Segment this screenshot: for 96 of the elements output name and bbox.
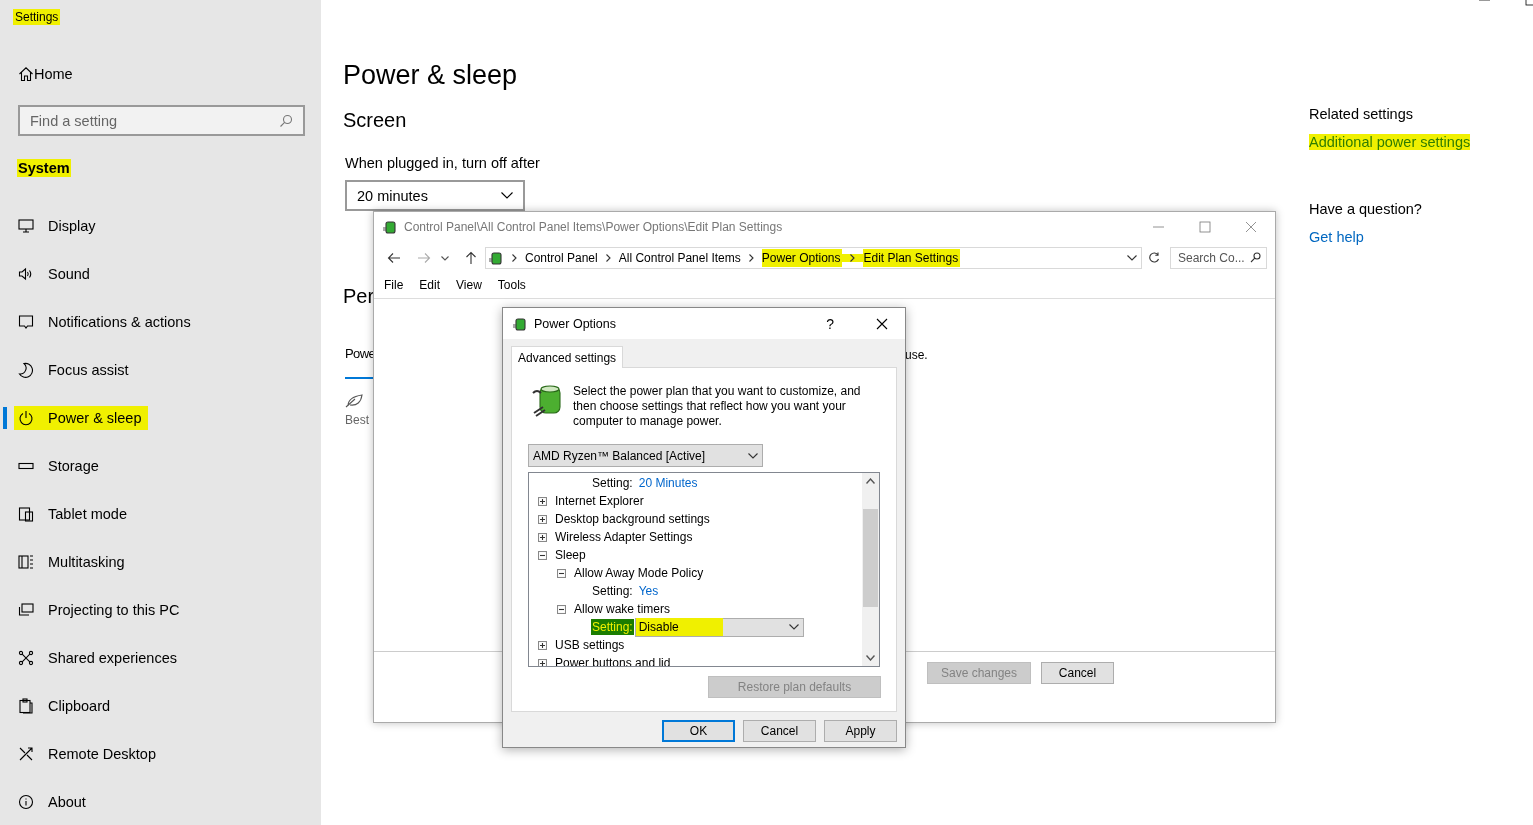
tree-item[interactable]: USB settings [554,637,626,653]
connected-nodes-icon [18,650,34,666]
field-label: When plugged in, turn off after [345,155,540,171]
chevron-right-icon [512,254,517,262]
tree-item[interactable]: Allow wake timers [573,601,672,617]
speaker-icon [18,266,34,282]
chevron-down-icon [788,624,799,630]
setting-label: Setting: [591,475,634,491]
tree-item[interactable]: Internet Explorer [554,493,645,509]
address-bar[interactable]: Control Panel All Control Panel Items Power Options Edit Plan Settings [485,247,1142,269]
sidebar-item[interactable]: Multitasking [0,538,321,586]
scroll-up-icon [866,478,875,484]
setting-label: Setting: [591,583,634,599]
breadcrumb-item[interactable]: Power Options [761,249,843,267]
sidebar-item[interactable]: About [0,778,321,825]
related-heading: Related settings [1309,106,1414,122]
chevron-down-icon [1127,255,1137,261]
description-text: Select the power plan that you want to customize, and then choose settings that reflect how you want your computer to manage power. [573,384,862,429]
moon-icon [18,362,34,378]
speech-bubble-icon [18,314,34,330]
description-text: use. [905,348,929,362]
help-link[interactable]: Get help [1309,229,1364,245]
help-button[interactable]: ? [826,315,834,332]
search-field[interactable]: Find a setting [18,105,305,136]
window-title: Settings [13,9,61,25]
close-icon [1245,221,1257,233]
tree-item[interactable]: Sleep [554,547,587,563]
home-link[interactable]: Home [0,50,321,98]
tree-item[interactable]: Wireless Adapter Settings [554,529,694,545]
home-icon [18,66,34,82]
caret-icon [441,255,449,261]
battery-plug-icon [488,250,504,266]
chevron-down-icon [501,192,513,199]
sidebar-item[interactable]: Focus assist [0,346,321,394]
apply-button[interactable]: Apply [824,720,897,742]
tree-item[interactable]: Allow Away Mode Policy [573,565,705,581]
info-icon [18,794,34,810]
clipboard-icon [18,698,34,714]
monitor-icon [18,218,34,234]
power-settings-link[interactable]: Additional power settings [1309,134,1471,150]
menu-item[interactable]: Tools [497,278,544,292]
tab-underline [345,377,373,379]
search-icon [279,114,293,128]
tree-item[interactable]: Desktop background settings [554,511,711,527]
scrollbar[interactable] [862,473,879,666]
question-heading: Have a question? [1309,201,1423,217]
window-title: Control Panel\All Control Panel Items\Power Options\Edit Plan Settings [404,220,784,234]
setting-value[interactable]: Yes [638,584,659,598]
cancel-button[interactable]: Cancel [743,720,816,742]
up-arrow-icon [465,251,477,265]
maximize-icon [1199,221,1211,233]
crossed-arrows-icon [18,746,34,762]
sidebar-item[interactable]: Sound [0,250,321,298]
close-icon [876,317,888,330]
plan-dropdown[interactable]: AMD Ryzen™ Balanced [Active] [528,444,763,467]
sidebar-item[interactable]: Projecting to this PC [0,586,321,634]
refresh-icon [1148,252,1160,264]
window-grid-icon [18,554,34,570]
search-icon [1250,252,1261,263]
screen-icon [18,602,34,618]
page-title: Power & sleep [343,60,519,91]
sidebar-item[interactable]: Display [0,202,321,250]
breadcrumb-item[interactable]: All Control Panel Items [618,249,741,267]
sidebar-item[interactable]: Remote Desktop [0,730,321,778]
ok-button[interactable]: OK [662,720,735,742]
breadcrumb-item[interactable]: Edit Plan Settings [863,249,961,267]
timeout-dropdown[interactable]: 20 minutes [345,180,525,211]
setting-label: Setting: [591,619,634,635]
sidebar-item[interactable]: Power & sleep [0,394,321,442]
chevron-right-icon [605,254,611,262]
dialog-title: Power Options [534,316,617,331]
cancel-button[interactable]: Cancel [1041,662,1114,684]
caption-text: Best [345,413,369,427]
sidebar-item[interactable]: Storage [0,442,321,490]
sidebar-item[interactable]: Clipboard [0,682,321,730]
power-icon [18,410,34,426]
tab[interactable]: Advanced settings [511,346,624,368]
battery-plug-icon [382,219,398,235]
chevron-right-icon [748,254,754,262]
setting-value[interactable]: 20 Minutes [638,476,698,490]
section-heading: Per [343,285,375,308]
section-heading: System [17,159,71,177]
sidebar-item[interactable]: Tablet mode [0,490,321,538]
scroll-down-icon [866,655,875,661]
forward-arrow-icon [417,252,431,264]
menu-item[interactable]: View [456,278,500,292]
back-arrow-icon [387,252,401,264]
chevron-down-icon [748,452,758,459]
section-heading: Screen [343,109,408,132]
leaf-icon [345,394,363,408]
sidebar-item[interactable]: Shared experiences [0,634,321,682]
tablet-icon [18,506,34,522]
setting-dropdown[interactable]: Disable [634,617,804,637]
sidebar-item[interactable]: Notifications & actions [0,298,321,346]
breadcrumb-item[interactable]: Control Panel [525,249,598,267]
battery-plug-icon [512,315,528,332]
